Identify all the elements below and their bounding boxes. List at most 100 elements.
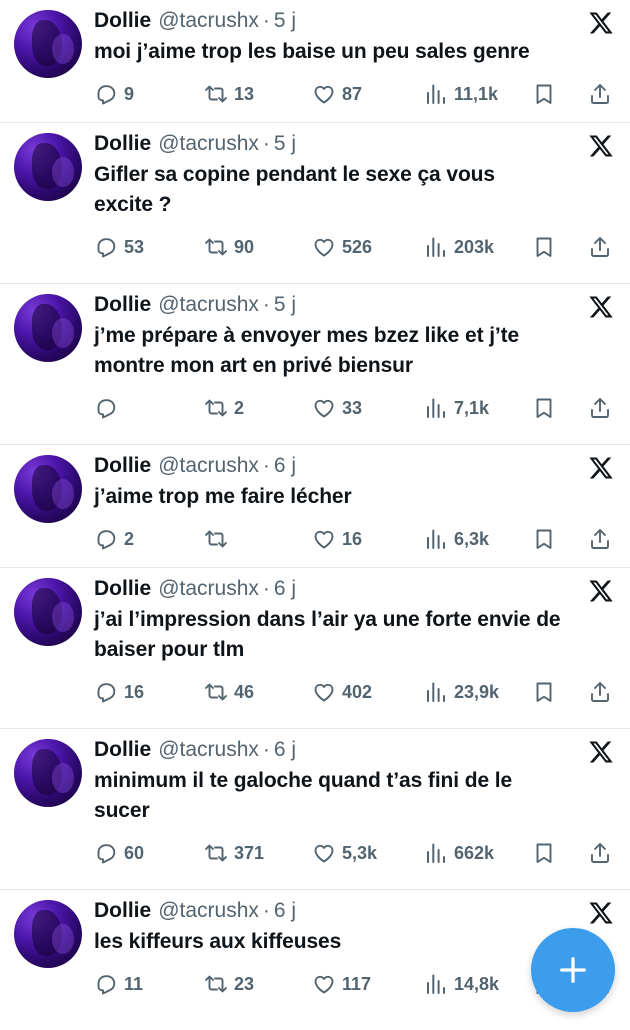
timestamp[interactable]: 6 j bbox=[274, 453, 296, 479]
display-name[interactable]: Dollie bbox=[94, 737, 151, 763]
reply-button[interactable]: 11 bbox=[94, 972, 204, 996]
display-name[interactable]: Dollie bbox=[94, 898, 151, 924]
timestamp[interactable]: 6 j bbox=[274, 898, 296, 924]
avatar[interactable] bbox=[14, 900, 82, 968]
avatar[interactable] bbox=[14, 10, 82, 78]
tweet[interactable]: Dollie @tacrushx · 6 j minimum il te gal… bbox=[0, 729, 630, 890]
views-button[interactable]: 6,3k bbox=[424, 527, 532, 551]
retweet-button[interactable]: 90 bbox=[204, 235, 312, 259]
retweet-count: 371 bbox=[234, 842, 265, 863]
user-handle[interactable]: @tacrushx bbox=[158, 292, 259, 318]
like-button[interactable]: 16 bbox=[312, 527, 424, 551]
views-chart-icon bbox=[427, 529, 445, 549]
like-count: 5,3k bbox=[342, 842, 378, 863]
timestamp[interactable]: 6 j bbox=[274, 737, 296, 763]
reply-count: 53 bbox=[124, 236, 145, 257]
display-name[interactable]: Dollie bbox=[94, 131, 151, 157]
user-handle[interactable]: @tacrushx bbox=[158, 453, 259, 479]
bookmark-icon bbox=[536, 84, 552, 104]
views-button[interactable]: 662k bbox=[424, 841, 532, 865]
share-icon bbox=[591, 529, 609, 549]
avatar[interactable] bbox=[14, 294, 82, 362]
user-handle[interactable]: @tacrushx bbox=[158, 8, 259, 34]
x-logo-icon bbox=[589, 741, 613, 763]
bookmark-button[interactable] bbox=[532, 527, 588, 551]
display-name[interactable]: Dollie bbox=[94, 453, 151, 479]
like-button[interactable]: 5,3k bbox=[312, 841, 424, 865]
tweet[interactable]: Dollie @tacrushx · 5 j moi j’aime trop l… bbox=[0, 0, 630, 123]
views-button[interactable]: 23,9k bbox=[424, 680, 532, 704]
share-button[interactable] bbox=[588, 82, 612, 106]
views-count: 203k bbox=[454, 236, 495, 257]
retweet-count: 90 bbox=[234, 236, 255, 257]
share-button[interactable] bbox=[588, 527, 612, 551]
user-handle[interactable]: @tacrushx bbox=[158, 576, 259, 602]
bookmark-button[interactable] bbox=[532, 235, 588, 259]
heart-icon bbox=[314, 683, 334, 702]
heart-icon bbox=[314, 238, 334, 257]
views-count: 7,1k bbox=[454, 397, 490, 418]
views-button[interactable]: 203k bbox=[424, 235, 532, 259]
reply-button[interactable]: 16 bbox=[94, 680, 204, 704]
reply-button[interactable] bbox=[94, 396, 204, 420]
like-button[interactable]: 117 bbox=[312, 972, 424, 996]
tweet-content: Dollie @tacrushx · 6 j j’aime trop me fa… bbox=[94, 453, 616, 567]
heart-icon bbox=[314, 844, 334, 863]
tweet-header: Dollie @tacrushx · 6 j bbox=[94, 737, 616, 765]
reply-button[interactable]: 60 bbox=[94, 841, 204, 865]
share-button[interactable] bbox=[588, 841, 612, 865]
like-button[interactable]: 402 bbox=[312, 680, 424, 704]
reply-button[interactable]: 53 bbox=[94, 235, 204, 259]
timestamp[interactable]: 6 j bbox=[274, 576, 296, 602]
retweet-button[interactable]: 13 bbox=[204, 82, 312, 106]
tweet[interactable]: Dollie @tacrushx · 6 j j’aime trop me fa… bbox=[0, 445, 630, 568]
avatar[interactable] bbox=[14, 739, 82, 807]
timestamp[interactable]: 5 j bbox=[274, 131, 296, 157]
display-name[interactable]: Dollie bbox=[94, 8, 151, 34]
compose-button[interactable] bbox=[531, 928, 615, 1012]
retweet-button[interactable] bbox=[204, 527, 312, 551]
share-button[interactable] bbox=[588, 235, 612, 259]
reply-icon bbox=[97, 238, 116, 258]
bookmark-icon bbox=[536, 843, 552, 863]
retweet-count: 46 bbox=[234, 681, 255, 702]
reply-icon bbox=[97, 399, 116, 419]
retweet-button[interactable]: 46 bbox=[204, 680, 312, 704]
like-button[interactable]: 87 bbox=[312, 82, 424, 106]
like-button[interactable]: 33 bbox=[312, 396, 424, 420]
retweet-button[interactable]: 23 bbox=[204, 972, 312, 996]
retweet-button[interactable]: 371 bbox=[204, 841, 312, 865]
display-name[interactable]: Dollie bbox=[94, 292, 151, 318]
bookmark-button[interactable] bbox=[532, 82, 588, 106]
like-button[interactable]: 526 bbox=[312, 235, 424, 259]
reply-button[interactable]: 2 bbox=[94, 527, 204, 551]
user-handle[interactable]: @tacrushx bbox=[158, 737, 259, 763]
tweet[interactable]: Dollie @tacrushx · 5 j Gifler sa copine … bbox=[0, 123, 630, 284]
retweet-icon bbox=[205, 238, 227, 256]
bookmark-button[interactable] bbox=[532, 841, 588, 865]
views-button[interactable]: 11,1k bbox=[424, 82, 532, 106]
share-button[interactable] bbox=[588, 680, 612, 704]
share-button[interactable] bbox=[588, 396, 612, 420]
display-name[interactable]: Dollie bbox=[94, 576, 151, 602]
bookmark-icon bbox=[536, 529, 552, 549]
views-button[interactable]: 7,1k bbox=[424, 396, 532, 420]
timestamp[interactable]: 5 j bbox=[274, 8, 296, 34]
bookmark-button[interactable] bbox=[532, 680, 588, 704]
avatar[interactable] bbox=[14, 133, 82, 201]
tweet-content: Dollie @tacrushx · 5 j j’me prépare à en… bbox=[94, 292, 616, 444]
avatar[interactable] bbox=[14, 455, 82, 523]
bookmark-button[interactable] bbox=[532, 396, 588, 420]
retweet-icon bbox=[205, 530, 227, 548]
tweet[interactable]: Dollie @tacrushx · 5 j j’me prépare à en… bbox=[0, 284, 630, 445]
user-handle[interactable]: @tacrushx bbox=[158, 898, 259, 924]
views-button[interactable]: 14,8k bbox=[424, 972, 532, 996]
retweet-button[interactable]: 2 bbox=[204, 396, 312, 420]
tweet-text: j’ai l’impression dans l’air ya une fort… bbox=[94, 608, 561, 661]
user-handle[interactable]: @tacrushx bbox=[158, 131, 259, 157]
reply-button[interactable]: 9 bbox=[94, 82, 204, 106]
avatar[interactable] bbox=[14, 578, 82, 646]
tweet[interactable]: Dollie @tacrushx · 6 j j’ai l’impression… bbox=[0, 568, 630, 729]
timestamp[interactable]: 5 j bbox=[274, 292, 296, 318]
plus-icon bbox=[560, 957, 586, 983]
